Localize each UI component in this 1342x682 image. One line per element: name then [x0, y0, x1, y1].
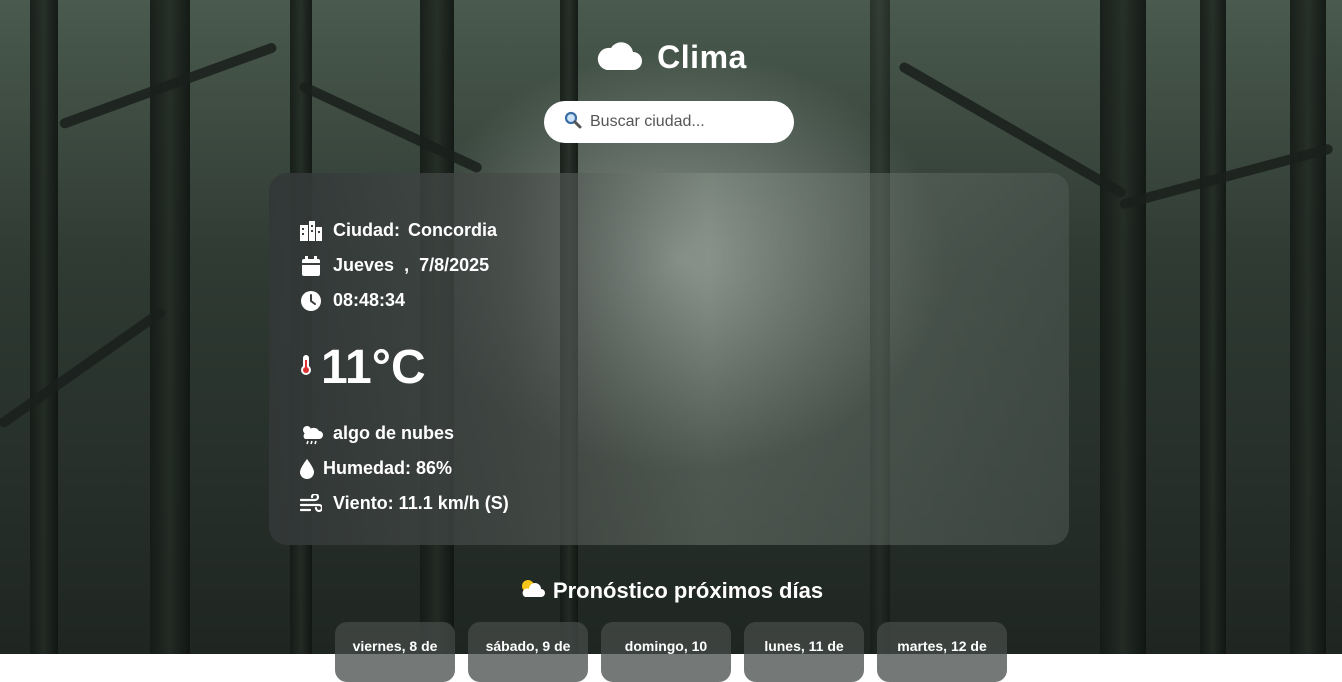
date-value: 7/8/2025: [419, 255, 490, 275]
clock-icon: [299, 290, 323, 311]
city-label: Ciudad:: [333, 220, 400, 240]
search-icon: [564, 111, 582, 133]
app-header: Clima: [0, 38, 1342, 76]
temperature-value: 11°C: [321, 340, 426, 394]
cloud-icon: [595, 38, 643, 76]
city-icon: [299, 220, 323, 241]
description-row: algo de nubes: [299, 416, 1039, 451]
forecast-card[interactable]: domingo, 10: [601, 622, 731, 682]
current-weather-card: Ciudad: Concordia Jueves , 7/8/2025 08:4…: [269, 173, 1069, 545]
time-value: 08:48:34: [333, 290, 406, 310]
forecast-card[interactable]: sábado, 9 de: [468, 622, 588, 682]
date-row: Jueves , 7/8/2025: [299, 248, 1039, 283]
temperature-row: 11°C: [299, 332, 1039, 402]
forecast-day-label: viernes, 8 de: [352, 638, 438, 654]
forecast-card[interactable]: martes, 12 de: [877, 622, 1007, 682]
forecast-day-label: domingo, 10: [624, 638, 708, 654]
thermometer-icon: [299, 354, 313, 380]
wind-row: Viento: 11.1 km/h (S): [299, 486, 1039, 521]
forecast-day-label: sábado, 9 de: [485, 638, 571, 654]
sun-behind-cloud-icon: [519, 578, 545, 604]
time-row: 08:48:34: [299, 283, 1039, 318]
forecast-card[interactable]: viernes, 8 de: [335, 622, 455, 682]
wind-icon: [299, 493, 323, 514]
date-separator: ,: [404, 255, 410, 275]
city-row: Ciudad: Concordia: [299, 213, 1039, 248]
cloud-sun-rain-icon: [299, 423, 323, 445]
city-value: Concordia: [408, 220, 498, 240]
forecast-list: viernes, 8 de sábado, 9 de domingo, 10 l…: [0, 622, 1342, 682]
weather-description: algo de nubes: [333, 423, 455, 443]
search-box[interactable]: [544, 101, 794, 143]
search-input[interactable]: [588, 112, 782, 132]
forecast-card[interactable]: lunes, 11 de: [744, 622, 864, 682]
forecast-heading: Pronóstico próximos días: [0, 578, 1342, 604]
droplet-icon: [299, 458, 315, 479]
humidity-value: Humedad: 86%: [323, 458, 453, 478]
humidity-row: Humedad: 86%: [299, 451, 1039, 486]
wind-value: Viento: 11.1 km/h (S): [333, 493, 509, 513]
day-value: Jueves: [333, 255, 395, 275]
calendar-icon: [299, 255, 323, 276]
forecast-title: Pronóstico próximos días: [552, 578, 824, 603]
app-title: Clima: [657, 38, 747, 75]
forecast-day-label: lunes, 11 de: [764, 638, 844, 654]
forecast-day-label: martes, 12 de: [897, 638, 987, 654]
